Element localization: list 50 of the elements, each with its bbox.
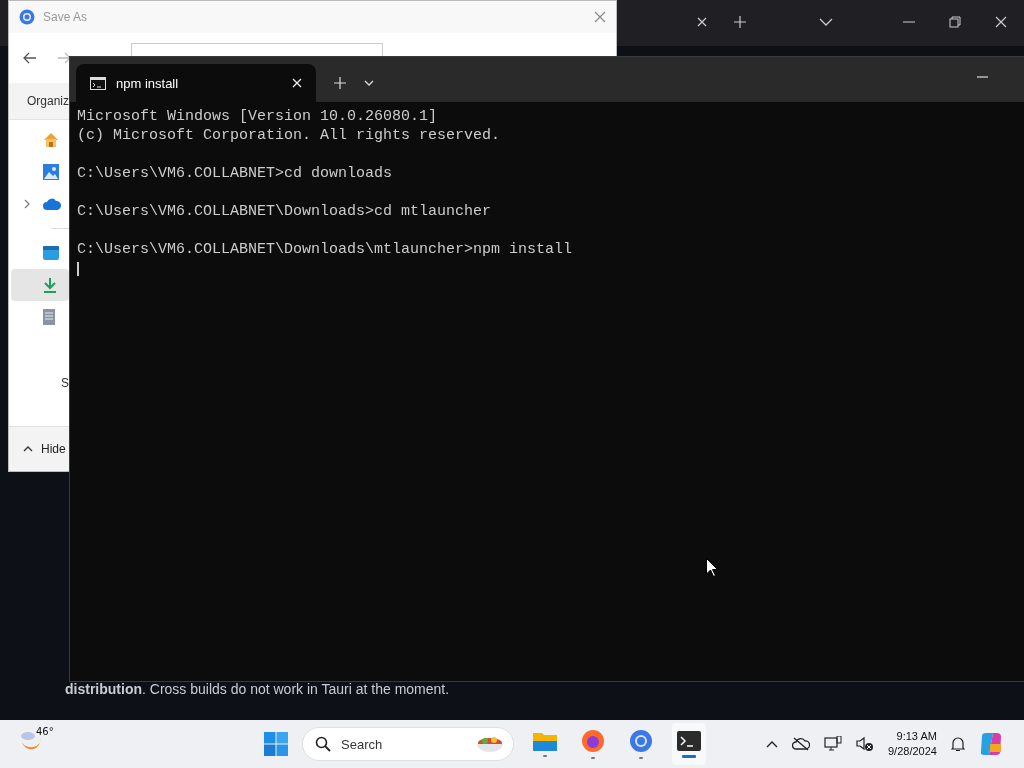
cloud-off-icon[interactable] [792,737,810,751]
close-icon[interactable] [697,17,707,27]
terminal-tab[interactable]: npm install [76,64,316,102]
chevron-down-icon[interactable] [364,80,374,86]
bell-icon[interactable] [950,736,965,752]
restore-icon[interactable] [949,16,961,28]
folder-icon [533,731,557,751]
console-line: C:\Users\VM6.COLLABNET>cd downloads [77,164,394,183]
clock-time: 9:13 AM [896,729,937,744]
document-icon [43,309,55,325]
console-line: C:\Users\VM6.COLLABNET\Downloads>cd mtlauncher [77,202,493,221]
chevron-up-icon [23,446,33,452]
food-bowl-icon [475,734,505,754]
window-title: Save As [43,10,88,24]
chevron-right-icon[interactable] [24,199,30,209]
nav-item[interactable] [11,269,69,301]
console-line: Microsoft Windows [Version 10.0.26080.1] [77,107,439,126]
organize-button[interactable]: Organiz [27,94,70,108]
browser-circle-icon [629,729,653,753]
speaker-muted-icon[interactable] [856,736,874,752]
temperature-text: 46° [36,726,54,737]
cloud-icon [43,198,61,210]
close-icon[interactable] [995,16,1007,28]
network-icon[interactable] [824,736,842,752]
hide-folders-button[interactable]: Hide [19,438,70,460]
console-line: (c) Microsoft Corporation. All rights reserved. [77,126,502,145]
terminal-icon [677,730,701,751]
search-icon [315,736,331,752]
new-tab-icon[interactable] [733,15,747,29]
forward-arrow-icon[interactable] [57,52,71,64]
start-icon[interactable] [264,732,288,756]
search-box[interactable]: Search [302,727,514,761]
taskbar-app[interactable] [672,723,706,765]
section-label: S [61,376,69,390]
chevron-down-icon[interactable] [819,18,833,26]
new-tab-icon[interactable] [334,77,346,89]
back-arrow-icon[interactable] [23,52,37,64]
desktop-icon [43,246,59,260]
picture-icon [43,164,59,180]
chevron-up-icon[interactable] [766,740,778,748]
console-line: C:\Users\VM6.COLLABNET\Downloads\mtlauncher>npm install [77,240,574,259]
home-icon [43,132,59,148]
copilot-icon[interactable] [978,732,1003,756]
browser-globe-icon [581,729,605,753]
app-icon [19,9,35,25]
mouse-pointer-icon [706,558,718,577]
command-prompt-icon [90,76,106,90]
clock-date: 9/28/2024 [888,744,937,759]
download-icon [43,277,57,293]
page-text: distribution. Cross builds do not work in Tauri at the moment. [65,681,450,697]
